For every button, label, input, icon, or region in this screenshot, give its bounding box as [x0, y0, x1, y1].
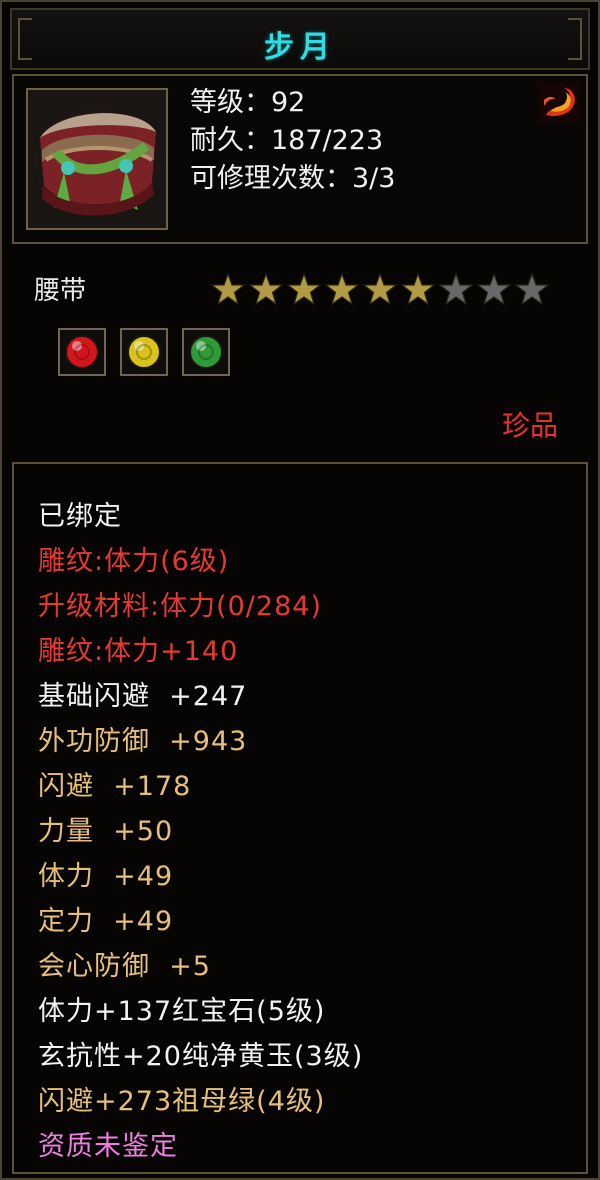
- item-tooltip: 步月 等级：92 耐久：187/223 可修理次数：3/3 腰带 珍品 已绑定 …: [0, 0, 600, 1180]
- gem-slots: [58, 328, 230, 376]
- star-empty-icon: [476, 272, 512, 306]
- attribute-line: 闪避 +178: [38, 771, 192, 802]
- attribute-line: 力量 +50: [38, 816, 174, 847]
- attribute-line: 会心防御 +5: [38, 951, 211, 982]
- item-header-panel: 等级：92 耐久：187/223 可修理次数：3/3: [12, 74, 588, 244]
- item-repair-count: 可修理次数：3/3: [190, 163, 396, 194]
- attribute-line: 玄抗性+20纯净黄玉(3级): [38, 1041, 364, 1072]
- star-empty-icon: [438, 272, 474, 306]
- attribute-line: 闪避+273祖母绿(4级): [38, 1086, 326, 1117]
- emerald-gem-icon: [182, 328, 230, 376]
- attribute-line: 体力 +49: [38, 861, 174, 892]
- yellow-jade-gem-icon: [120, 328, 168, 376]
- item-durability: 耐久：187/223: [190, 125, 384, 156]
- item-quality: 珍品: [501, 409, 558, 442]
- ruby-gem-icon: [58, 328, 106, 376]
- attribute-line: 雕纹:体力+140: [38, 636, 239, 667]
- item-slot-label: 腰带: [34, 276, 87, 306]
- star-filled-icon: [286, 272, 322, 306]
- item-name: 步月: [264, 30, 336, 65]
- star-rating: [210, 272, 550, 306]
- star-filled-icon: [210, 272, 246, 306]
- attribute-line: 雕纹:体力(6级): [38, 546, 230, 577]
- star-empty-icon: [514, 272, 550, 306]
- star-filled-icon: [362, 272, 398, 306]
- attribute-line: 基础闪避 +247: [38, 681, 248, 712]
- attribute-line: 体力+137红宝石(5级): [38, 996, 326, 1027]
- attribute-line: 外功防御 +943: [38, 726, 248, 757]
- attribute-list: 已绑定雕纹:体力(6级) 升级材料:体力(0/284) 雕纹:体力+140 基础闪避 …: [12, 462, 588, 1174]
- item-level: 等级：92: [190, 87, 306, 118]
- attribute-line: 已绑定: [38, 501, 122, 532]
- star-filled-icon: [400, 272, 436, 306]
- item-info-area: 腰带 珍品: [12, 252, 588, 452]
- attribute-line: 升级材料:体力(0/284): [38, 591, 322, 622]
- star-filled-icon: [324, 272, 360, 306]
- fire-icon: [538, 82, 580, 124]
- attribute-line: 资质未鉴定: [38, 1131, 178, 1162]
- title-bar: 步月: [10, 8, 590, 70]
- attribute-line: 定力 +49: [38, 906, 174, 937]
- star-filled-icon: [248, 272, 284, 306]
- belt-icon: [26, 88, 168, 230]
